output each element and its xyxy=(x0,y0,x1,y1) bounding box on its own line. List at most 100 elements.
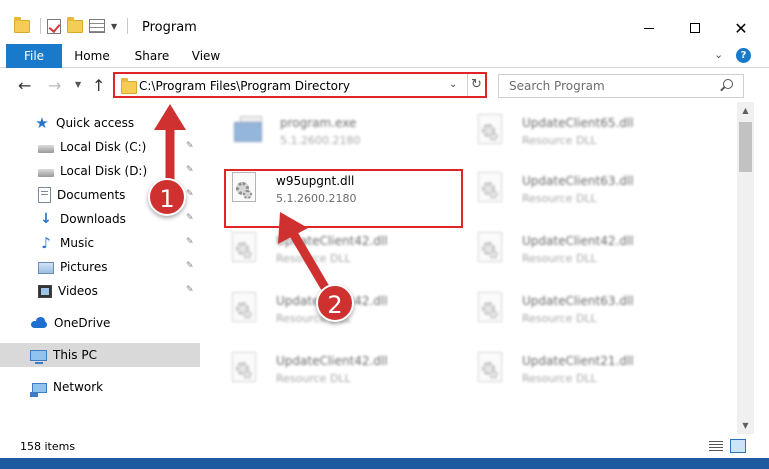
sidebar-item-this-pc[interactable]: This PC xyxy=(0,343,200,367)
details-view-icon[interactable] xyxy=(709,441,723,452)
customize-toolbar-chevron-icon[interactable]: ▼ xyxy=(111,22,117,31)
scroll-down-arrow-icon[interactable]: ▼ xyxy=(737,417,754,434)
search-icon xyxy=(723,79,733,89)
sidebar-item-label: Local Disk (C:) xyxy=(60,140,147,154)
tab-file[interactable]: File xyxy=(6,44,62,68)
dll-icon xyxy=(474,292,506,324)
cloud-icon xyxy=(30,315,48,331)
sidebar-item-pictures[interactable]: Pictures ✎ xyxy=(0,255,200,279)
large-icons-view-icon[interactable] xyxy=(730,439,746,453)
minimize-button[interactable] xyxy=(626,14,672,42)
file-item[interactable]: UpdateClient42.dll Resource DLL xyxy=(228,346,468,390)
up-arrow-icon[interactable]: ↑ xyxy=(92,76,105,95)
refresh-icon[interactable]: ↻ xyxy=(467,74,485,96)
documents-icon xyxy=(38,187,51,203)
file-name: UpdateClient65.dll xyxy=(522,116,634,130)
taskbar-edge xyxy=(0,458,769,469)
close-icon: ✕ xyxy=(734,18,748,38)
file-name: UpdateClient21.dll xyxy=(522,354,634,368)
quick-access-toolbar: ▼ xyxy=(14,16,129,34)
status-bar: 158 items xyxy=(0,434,769,458)
step-1-badge: 1 xyxy=(148,178,186,216)
file-meta: 5.1.2600.2180 xyxy=(280,134,361,147)
sidebar-item-network[interactable]: Network xyxy=(0,375,200,399)
pin-icon[interactable]: ✎ xyxy=(186,213,194,223)
expand-ribbon-chevron-icon[interactable]: ⌄ xyxy=(714,48,723,61)
folder-icon xyxy=(14,16,30,33)
sidebar-item-label: Documents xyxy=(57,188,126,202)
dll-icon xyxy=(474,114,506,146)
minimize-icon xyxy=(644,27,654,29)
close-button[interactable]: ✕ xyxy=(718,14,764,42)
help-icon[interactable]: ? xyxy=(736,48,751,63)
title-divider xyxy=(127,18,129,34)
step-2-badge: 2 xyxy=(316,284,354,322)
file-name: program.exe xyxy=(280,116,357,130)
window-title: Program xyxy=(142,20,197,35)
file-item[interactable]: UpdateClient42.dll Resource DLL xyxy=(474,226,714,270)
dll-icon xyxy=(474,172,506,204)
file-meta: Resource DLL xyxy=(522,372,597,385)
file-item-program-exe[interactable]: program.exe 5.1.2600.2180 xyxy=(232,108,472,152)
tab-view[interactable]: View xyxy=(186,44,226,68)
file-item[interactable]: UpdateClient63.dll Resource DLL xyxy=(474,286,714,330)
sidebar-item-music[interactable]: ♪ Music ✎ xyxy=(0,231,200,255)
file-item[interactable]: UpdateClient65.dll Resource DLL xyxy=(474,108,714,152)
forward-arrow-icon[interactable]: → xyxy=(48,76,61,95)
properties-check-icon[interactable] xyxy=(47,18,61,34)
sidebar-item-videos[interactable]: Videos ✎ xyxy=(0,279,200,303)
tab-share[interactable]: Share xyxy=(130,44,174,68)
file-item[interactable]: UpdateClient21.dll Resource DLL xyxy=(474,346,714,390)
address-bar[interactable]: C:\Program Files\Program Directory ⌄ ↻ xyxy=(113,72,487,98)
sidebar-item-label: Local Disk (D:) xyxy=(60,164,148,178)
search-placeholder: Search Program xyxy=(509,79,605,93)
file-meta: Resource DLL xyxy=(522,134,597,147)
sidebar-item-label: This PC xyxy=(53,348,97,362)
file-meta: Resource DLL xyxy=(276,372,351,385)
file-name: UpdateClient42.dll xyxy=(522,234,634,248)
exe-icon xyxy=(232,114,264,146)
navigation-bar: ← → ▼ ↑ C:\Program Files\Program Directo… xyxy=(0,68,769,102)
new-folder-icon[interactable] xyxy=(67,16,83,33)
pin-icon[interactable]: ✎ xyxy=(186,285,194,295)
file-meta: Resource DLL xyxy=(522,192,597,205)
search-input[interactable]: Search Program xyxy=(498,74,744,98)
file-meta: Resource DLL xyxy=(522,312,597,325)
dll-icon xyxy=(228,292,260,324)
pin-icon[interactable]: ✎ xyxy=(186,261,194,271)
dll-icon xyxy=(228,232,260,264)
sidebar-item-label: Music xyxy=(60,236,95,250)
scroll-up-arrow-icon[interactable]: ▲ xyxy=(737,102,754,119)
maximize-icon xyxy=(690,23,700,33)
title-bar: ▼ Program ✕ xyxy=(0,0,769,44)
file-item[interactable]: UpdateClient63.dll Resource DLL xyxy=(474,166,714,210)
sidebar-item-label: Downloads xyxy=(60,212,126,226)
file-meta: Resource DLL xyxy=(522,252,597,265)
sidebar-item-label: Network xyxy=(53,380,104,394)
sidebar-item-label: Quick access xyxy=(56,116,135,130)
star-icon: ★ xyxy=(35,114,49,132)
pictures-icon xyxy=(38,262,54,274)
pin-icon[interactable]: ✎ xyxy=(186,237,194,247)
sidebar-item-label: Videos xyxy=(58,284,98,298)
address-dropdown-chevron-icon[interactable]: ⌄ xyxy=(449,79,457,90)
maximize-button[interactable] xyxy=(672,14,718,42)
pc-icon xyxy=(30,350,47,364)
vertical-scrollbar[interactable]: ▲ ▼ xyxy=(737,102,754,434)
scroll-thumb[interactable] xyxy=(739,122,752,172)
tab-home[interactable]: Home xyxy=(70,44,114,68)
ribbon: File Home Share View ⌄ ? xyxy=(0,44,769,68)
dll-icon xyxy=(228,352,260,384)
recent-locations-chevron-icon[interactable]: ▼ xyxy=(75,80,81,89)
sidebar-item-label: Pictures xyxy=(60,260,108,274)
view-options-icon[interactable] xyxy=(89,19,105,33)
sidebar-item-onedrive[interactable]: OneDrive xyxy=(0,311,200,335)
address-path[interactable]: C:\Program Files\Program Directory xyxy=(139,79,350,93)
network-icon xyxy=(30,383,47,397)
address-folder-icon xyxy=(121,78,137,94)
back-arrow-icon[interactable]: ← xyxy=(18,76,31,95)
music-icon: ♪ xyxy=(41,234,51,252)
item-count: 158 items xyxy=(20,440,76,453)
sidebar-item-label: OneDrive xyxy=(54,316,111,330)
dll-icon xyxy=(474,232,506,264)
